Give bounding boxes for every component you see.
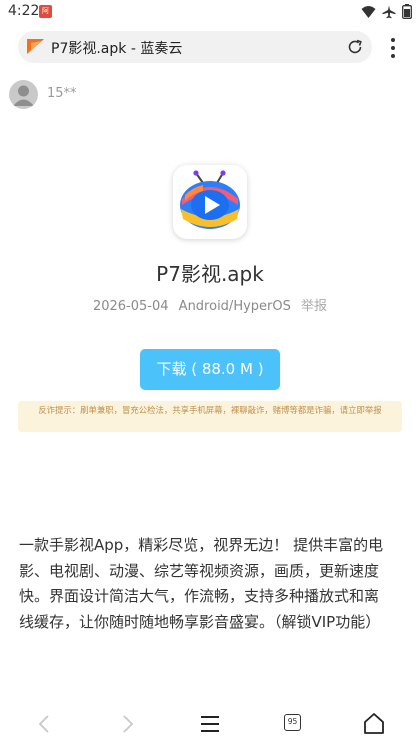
status-time: 4:22	[8, 3, 40, 19]
tabs-icon[interactable]: 95	[284, 714, 301, 731]
airplane-icon	[382, 5, 396, 18]
platform: Android/HyperOS	[178, 299, 291, 314]
app-meta: 2026-05-04 Android/HyperOS 举报	[0, 295, 420, 314]
download-button[interactable]: 下载 ( 88.0 M )	[140, 349, 280, 390]
address-bar[interactable]: P7影视.apk - 蓝奏云	[18, 31, 372, 63]
back-icon[interactable]	[33, 712, 57, 736]
status-bar: 4:22 阿里	[0, 0, 420, 28]
bottom-nav	[0, 705, 420, 743]
app-name: P7影视.apk	[156, 262, 264, 286]
home-icon[interactable]	[362, 712, 386, 736]
user-avatar-icon	[13, 85, 34, 106]
reload-icon[interactable]	[346, 38, 364, 56]
anti-fraud-warning: 反诈提示：刷单兼职，冒充公检法，共享手机屏幕，裸聊敲诈，赌博等都是诈骗，请立即举…	[18, 401, 402, 432]
user-name: 15**	[47, 86, 77, 101]
notification-app-icon: 阿里	[39, 5, 52, 28]
upload-date: 2026-05-04	[92, 299, 169, 314]
battery-icon	[402, 4, 412, 19]
app-description: 一款手影视App，精彩尽览，视界无边！ 提供丰富的电影、电视剧、动漫、综艺等视频…	[19, 536, 384, 631]
menu-lines-icon[interactable]	[198, 712, 222, 736]
app-logo	[173, 165, 247, 239]
wifi-icon	[361, 5, 376, 18]
lanzou-site-icon	[27, 39, 44, 54]
status-icons	[361, 4, 412, 19]
page-title: P7影视.apk - 蓝奏云	[51, 41, 183, 57]
report-link[interactable]: 举报	[301, 299, 327, 314]
forward-icon[interactable]	[115, 712, 139, 736]
more-menu-icon[interactable]	[386, 36, 400, 60]
avatar[interactable]	[9, 80, 38, 109]
tv-play-icon	[180, 170, 240, 229]
